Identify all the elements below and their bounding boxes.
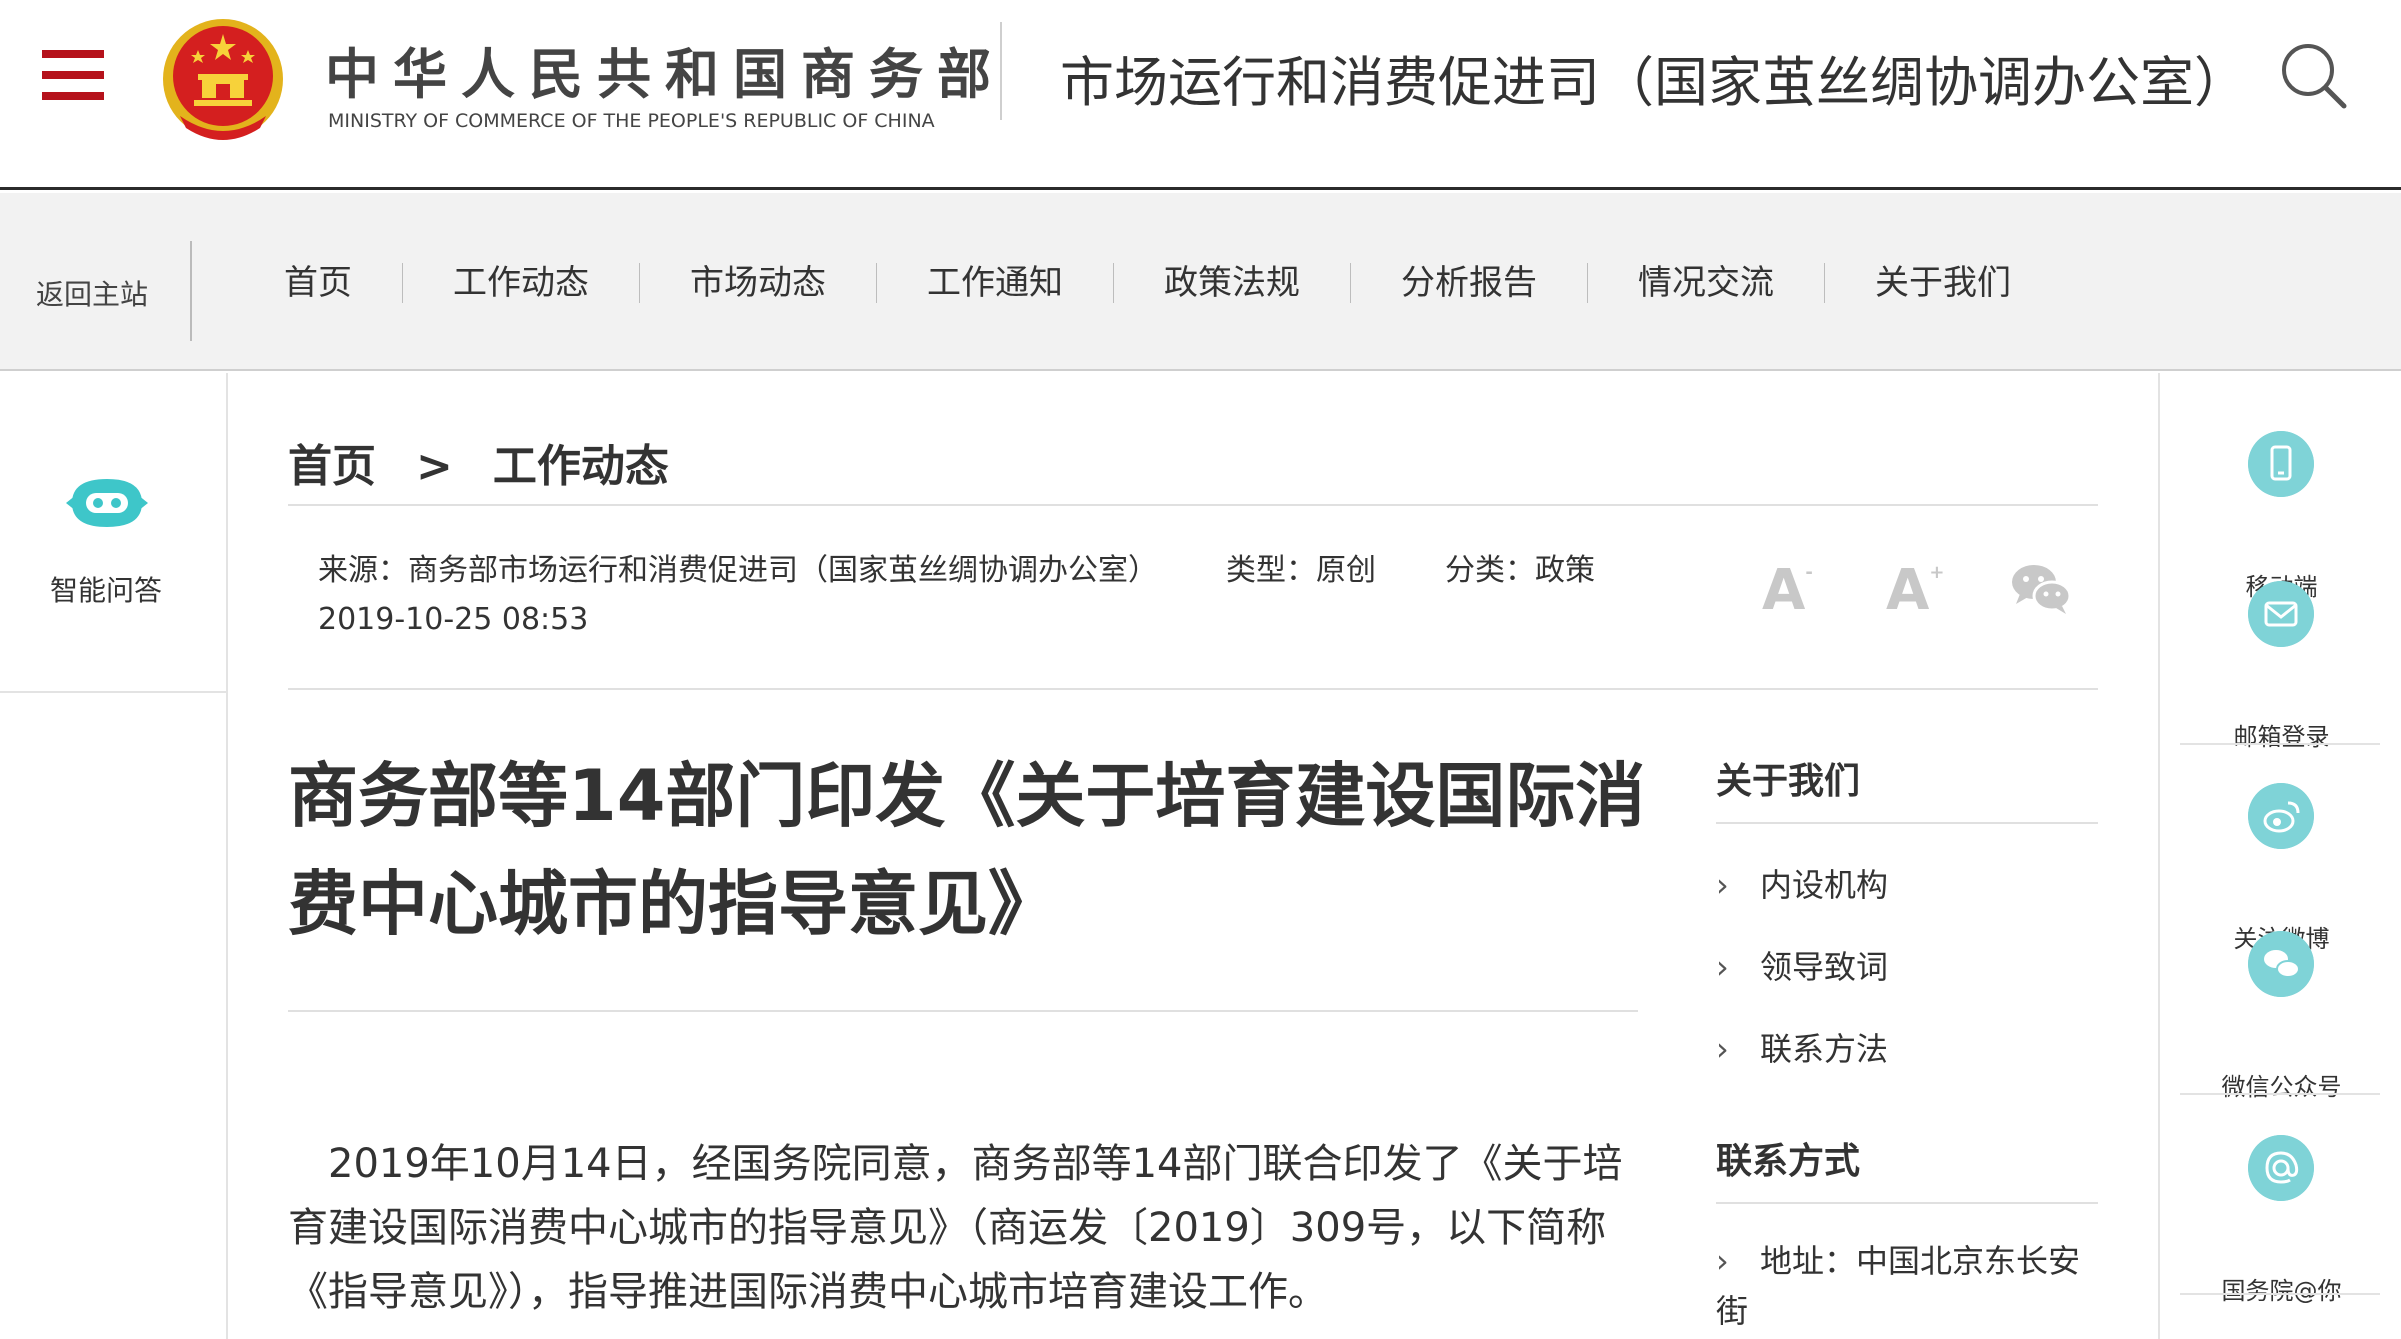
mobile-icon (2248, 431, 2314, 497)
font-increase-button[interactable]: A+ (1886, 558, 1944, 623)
national-emblem-icon[interactable] (160, 16, 286, 142)
department-title: 市场运行和消费促进司（国家茧丝绸协调办公室） (1060, 51, 2248, 114)
article-title: 商务部等14部门印发《关于培育建设国际消费中心城市的指导意见》 (288, 755, 1646, 945)
nav-item-market-news[interactable]: 市场动态 (640, 263, 877, 303)
nav-item-exchange[interactable]: 情况交流 (1588, 263, 1825, 303)
side-item-mail[interactable]: 邮箱登录 (2160, 581, 2401, 751)
side-item-gov-at[interactable]: 国务院@你 (2160, 1135, 2401, 1305)
breadcrumb-separator: > (416, 441, 453, 492)
chevron-right-icon: › (1716, 866, 1729, 904)
address-line-1: 地址：中国北京东长安街 (1716, 1242, 2081, 1330)
sidebar-about-divider (1716, 822, 2098, 824)
right-toolbar: 移动端 邮箱登录 关注微博 微信公众号 (2158, 373, 2401, 1339)
nav-item-policies[interactable]: 政策法规 (1114, 263, 1351, 303)
title-divider (288, 1010, 1638, 1012)
sidebar-link-leader-speech[interactable]: › 领导致词 (1716, 942, 1888, 988)
side-item-wechat[interactable]: 微信公众号 (2160, 931, 2401, 1101)
meta-category: 分类：政策 (1445, 553, 1595, 588)
meta-source: 来源：商务部市场运行和消费促进司（国家茧丝绸协调办公室） (318, 553, 1158, 588)
font-decrease-sup: - (1805, 562, 1813, 583)
breadcrumb: 首页 > 工作动态 (288, 430, 669, 494)
nav-item-work-news[interactable]: 工作动态 (403, 263, 640, 303)
breadcrumb-home[interactable]: 首页 (288, 430, 376, 494)
font-decrease-label: A (1762, 558, 1806, 623)
main-nav: 返回主站 首页 工作动态 市场动态 工作通知 政策法规 分析报告 情况交流 关于… (0, 193, 2401, 371)
meta-type: 类型：原创 (1226, 553, 1376, 588)
org-name-en: MINISTRY OF COMMERCE OF THE PEOPLE'S REP… (328, 110, 935, 132)
sidebar-link-label: 领导致词 (1760, 948, 1889, 986)
side-item-mobile[interactable]: 移动端 (2160, 431, 2401, 601)
side-item-weibo[interactable]: 关注微博 (2160, 783, 2401, 953)
org-name-cn: 中华人民共和国商务部 (325, 43, 1005, 106)
mail-icon (2248, 581, 2314, 647)
meta-divider (288, 688, 2098, 690)
font-increase-label: A (1886, 558, 1930, 623)
robot-icon[interactable] (62, 473, 152, 533)
smart-qa-label[interactable]: 智能问答 (50, 569, 162, 609)
header-divider (1000, 22, 1002, 120)
font-decrease-button[interactable]: A- (1762, 558, 1813, 623)
sidebar-about-heading: 关于我们 (1716, 761, 1861, 802)
sidebar-contact-divider (1716, 1202, 2098, 1204)
meta-date: 2019-10-25 08:53 (318, 602, 589, 637)
chevron-right-icon: › (1716, 1242, 1729, 1280)
sidebar-link-departments[interactable]: › 内设机构 (1716, 860, 1888, 906)
font-increase-sup: + (1929, 562, 1945, 583)
wechat-share-icon[interactable] (2008, 560, 2074, 616)
nav-items: 首页 工作动态 市场动态 工作通知 政策法规 分析报告 情况交流 关于我们 (240, 263, 2061, 303)
nav-item-reports[interactable]: 分析报告 (1351, 263, 1588, 303)
weibo-icon (2248, 783, 2314, 849)
breadcrumb-divider (288, 504, 2098, 506)
side-label-gov-at: 国务院@你 (2221, 1277, 2342, 1305)
breadcrumb-current[interactable]: 工作动态 (493, 430, 669, 494)
nav-item-about[interactable]: 关于我们 (1825, 263, 2061, 303)
menu-icon[interactable] (42, 50, 104, 100)
nav-divider (190, 241, 192, 341)
at-icon (2248, 1135, 2314, 1201)
sidebar-link-contact[interactable]: › 联系方法 (1716, 1024, 1888, 1070)
side-label-mail: 邮箱登录 (2233, 723, 2330, 751)
nav-item-work-notices[interactable]: 工作通知 (877, 263, 1114, 303)
side-label-wechat: 微信公众号 (2221, 1073, 2342, 1101)
side-separator (2180, 743, 2380, 745)
nav-item-home[interactable]: 首页 (240, 263, 403, 303)
left-divider (226, 693, 228, 1339)
side-separator (2180, 1293, 2380, 1295)
chevron-right-icon: › (1716, 948, 1729, 986)
sidebar-address: ›地址：中国北京东长安街 2号 (1716, 1236, 2106, 1339)
chevron-right-icon: › (1716, 1030, 1729, 1068)
article-body: 2019年10月14日，经国务院同意，商务部等14部门联合印发了《关于培育建设国… (288, 1141, 1623, 1315)
search-icon[interactable] (2278, 40, 2350, 112)
side-separator (2180, 1093, 2380, 1095)
wechat-icon (2248, 931, 2314, 997)
left-widget: 智能问答 (0, 373, 228, 693)
sidebar-link-label: 联系方法 (1760, 1030, 1889, 1068)
sidebar-link-label: 内设机构 (1760, 866, 1889, 904)
site-header: 中华人民共和国商务部 MINISTRY OF COMMERCE OF THE P… (0, 0, 2401, 190)
back-home-link[interactable]: 返回主站 (36, 273, 148, 313)
sidebar-contact-heading: 联系方式 (1716, 1141, 1861, 1182)
